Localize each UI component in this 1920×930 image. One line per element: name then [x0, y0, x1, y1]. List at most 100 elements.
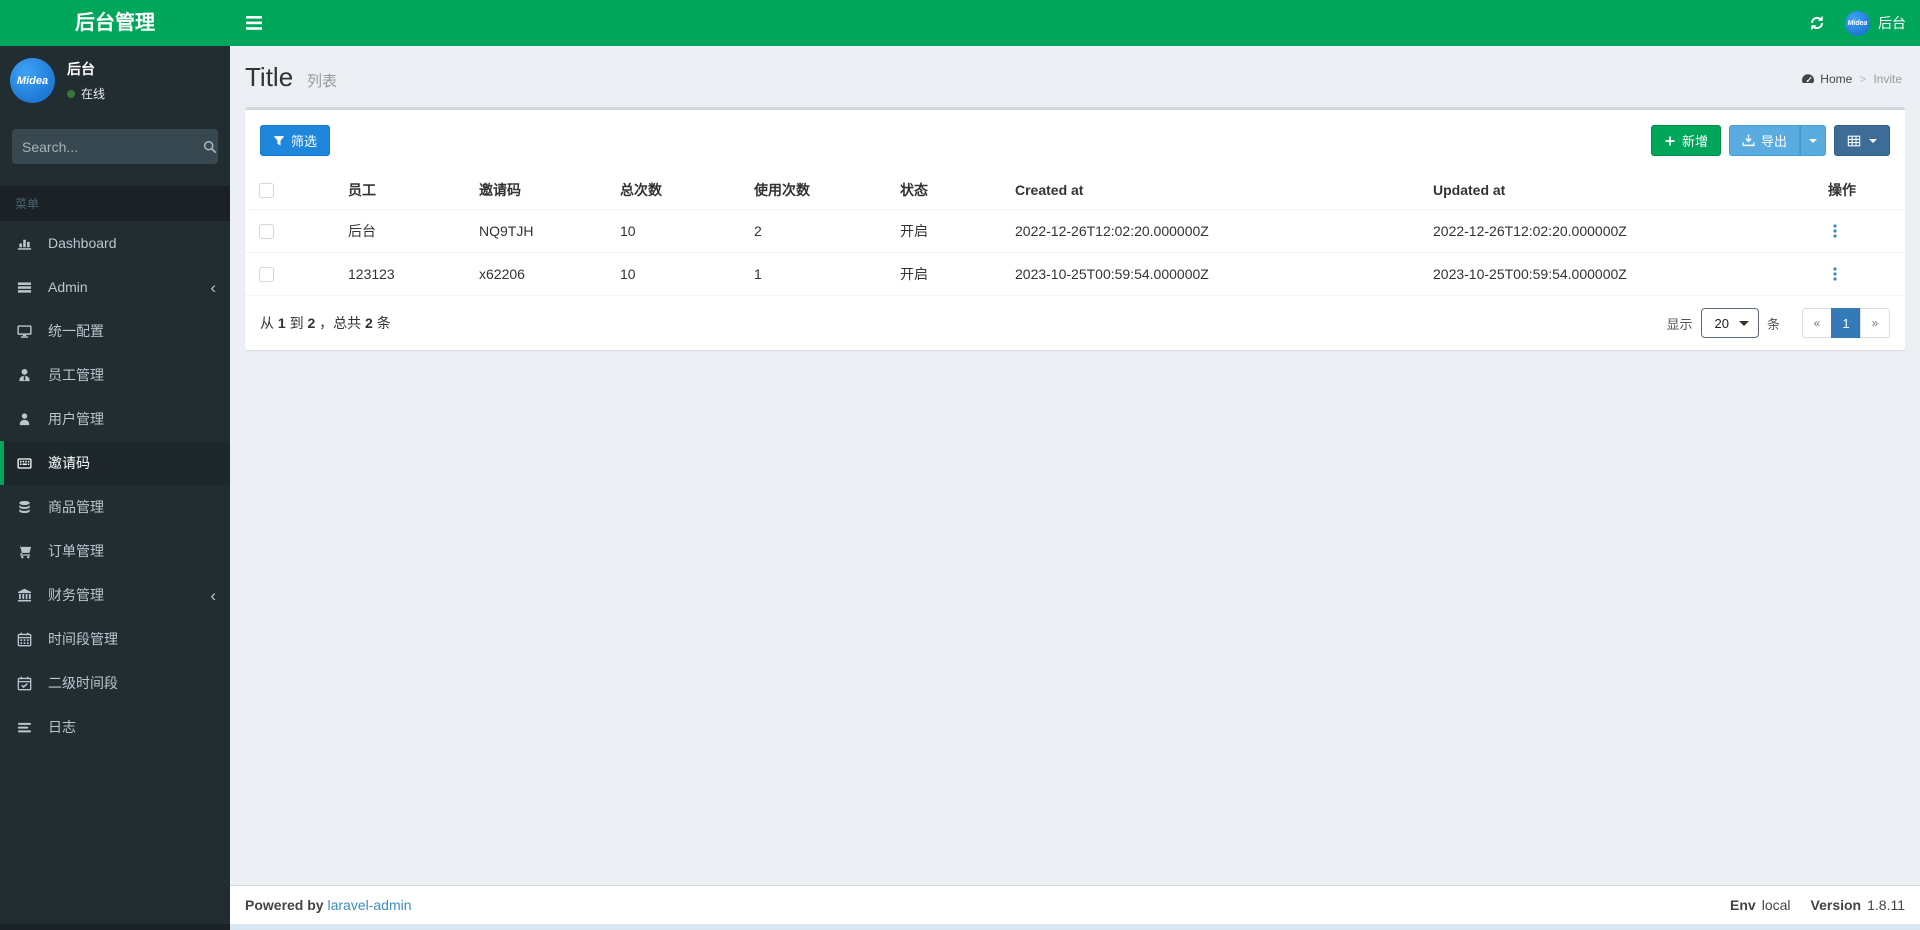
pagination: « 1 »	[1802, 308, 1890, 338]
sidebar-item-logs[interactable]: 日志	[0, 705, 230, 749]
user-icon	[17, 412, 39, 427]
cell-used: 2	[746, 209, 892, 253]
page-subtitle: 列表	[307, 73, 338, 90]
laravel-admin-link[interactable]: laravel-admin	[327, 897, 411, 913]
sidebar-item-admin[interactable]: Admin ‹	[0, 265, 230, 309]
calendar-icon	[17, 632, 39, 647]
select-all-checkbox[interactable]	[259, 182, 274, 198]
sidebar-bottom-strip	[0, 924, 230, 930]
hamburger-icon	[246, 16, 262, 30]
user-menu[interactable]: Midea 后台	[1845, 10, 1906, 36]
page-title: Title	[245, 62, 294, 92]
search-input[interactable]	[22, 138, 203, 155]
window-bottom-strip	[230, 924, 1920, 930]
caret-down-icon	[1809, 138, 1817, 143]
row-actions-menu[interactable]	[1828, 223, 1897, 239]
sidebar-toggle-button[interactable]	[230, 0, 278, 46]
column-selector-button[interactable]	[1834, 125, 1890, 156]
search-icon[interactable]	[203, 140, 217, 154]
sidebar-item-timeslot-management[interactable]: 时间段管理	[0, 617, 230, 661]
chevron-left-icon: ‹	[210, 585, 216, 605]
funnel-icon	[273, 135, 285, 147]
refresh-icon[interactable]	[1809, 15, 1825, 31]
cell-status: 开启	[892, 209, 1007, 253]
top-navbar: 后台管理 Midea 后台	[0, 0, 1920, 46]
column-header-updated-at: Updated at	[1425, 171, 1820, 210]
powered-by-label: Powered by	[245, 897, 324, 913]
export-dropdown-toggle[interactable]	[1800, 125, 1826, 156]
column-header-used: 使用次数	[746, 171, 892, 210]
add-button[interactable]: 新增	[1650, 125, 1721, 156]
table-row: 后台 NQ9TJH 10 2 开启 2022-12-26T12:02:20.00…	[245, 209, 1905, 253]
cell-updated-at: 2023-10-25T00:59:54.000000Z	[1425, 252, 1820, 295]
database-icon	[17, 500, 39, 515]
sidebar: Midea 后台 在线 菜单 Dashboard Admin ‹	[0, 46, 230, 930]
sidebar-item-dashboard[interactable]: Dashboard	[0, 221, 230, 265]
plus-icon	[1664, 135, 1676, 147]
export-button[interactable]: 导出	[1728, 125, 1800, 156]
pagination-prev-button[interactable]: «	[1802, 308, 1832, 338]
records-summary: 从 1 到 2 ，总共 2 条	[260, 315, 391, 331]
column-header-created-at: Created at	[1007, 171, 1425, 210]
sidebar-item-invite-code[interactable]: 邀请码	[0, 441, 230, 485]
version-label: Version	[1810, 897, 1862, 913]
table-header-row: 员工 邀请码 总次数 使用次数 状态 Created at Updated at…	[245, 171, 1905, 210]
breadcrumb-current: Invite	[1873, 72, 1902, 86]
online-status-icon	[67, 89, 75, 98]
breadcrumb: Home > Invite	[1801, 72, 1902, 86]
log-lines-icon	[17, 720, 39, 735]
cell-total: 10	[612, 252, 746, 295]
breadcrumb-home-link[interactable]: Home	[1801, 72, 1852, 86]
column-header-staff: 员工	[340, 171, 471, 210]
cell-updated-at: 2022-12-26T12:02:20.000000Z	[1425, 209, 1820, 253]
caret-down-icon	[1738, 320, 1749, 326]
cell-created-at: 2022-12-26T12:02:20.000000Z	[1007, 209, 1425, 253]
env-label: Env	[1730, 897, 1756, 913]
bar-chart-icon	[17, 236, 39, 251]
data-table: 员工 邀请码 总次数 使用次数 状态 Created at Updated at…	[245, 171, 1905, 295]
desktop-icon	[17, 324, 39, 339]
content-area: Title 列表 Home > Invite 筛选 新增 导出 员工 邀请码 总…	[230, 46, 1920, 930]
table-grid-icon	[1847, 134, 1861, 148]
row-checkbox[interactable]	[259, 223, 274, 239]
per-page-label: 显示	[1666, 316, 1693, 332]
sidebar-menu: Dashboard Admin ‹ 统一配置 员工管理 用户管理 邀请码 商品管…	[0, 221, 230, 749]
grid-box: 筛选 新增 导出 员工 邀请码 总次数 使用次数 状态 Created at U…	[245, 107, 1905, 350]
cell-total: 10	[612, 209, 746, 253]
sidebar-user-panel: Midea 后台 在线	[0, 46, 230, 117]
cell-status: 开启	[892, 252, 1007, 295]
sidebar-item-unified-config[interactable]: 统一配置	[0, 309, 230, 353]
caret-down-icon	[1869, 138, 1877, 143]
cell-invite-code: x62206	[471, 252, 612, 295]
sidebar-item-product-management[interactable]: 商品管理	[0, 485, 230, 529]
sidebar-user-status: 在线	[67, 85, 105, 102]
download-icon	[1742, 134, 1755, 147]
sidebar-item-order-management[interactable]: 订单管理	[0, 529, 230, 573]
pagination-page-1[interactable]: 1	[1831, 308, 1861, 338]
row-checkbox[interactable]	[259, 266, 274, 282]
sidebar-user-avatar: Midea	[10, 58, 55, 103]
column-header-status: 状态	[892, 171, 1007, 210]
column-header-actions: 操作	[1820, 171, 1905, 210]
sidebar-search	[12, 129, 218, 164]
per-page-select[interactable]: 20	[1700, 308, 1759, 338]
sidebar-item-finance-management[interactable]: 财务管理 ‹	[0, 573, 230, 617]
menu-header: 菜单	[0, 186, 230, 221]
version-value: 1.8.11	[1867, 897, 1905, 913]
table-row: 123123 x62206 10 1 开启 2023-10-25T00:59:5…	[245, 252, 1905, 295]
shopping-cart-icon	[17, 544, 39, 559]
main-footer: Powered by laravel-admin Env local Versi…	[230, 885, 1920, 924]
row-actions-menu[interactable]	[1828, 266, 1897, 282]
brand-logo[interactable]: 后台管理	[0, 0, 230, 46]
bank-icon	[17, 588, 39, 603]
dashboard-gauge-icon	[1801, 73, 1815, 85]
user-tie-icon	[17, 368, 39, 383]
filter-button[interactable]: 筛选	[260, 125, 331, 156]
cell-created-at: 2023-10-25T00:59:54.000000Z	[1007, 252, 1425, 295]
breadcrumb-separator: >	[1859, 72, 1867, 86]
pagination-next-button[interactable]: »	[1860, 308, 1890, 338]
sidebar-item-user-management[interactable]: 用户管理	[0, 397, 230, 441]
cell-invite-code: NQ9TJH	[471, 209, 612, 253]
sidebar-item-staff-management[interactable]: 员工管理	[0, 353, 230, 397]
sidebar-item-secondary-timeslot[interactable]: 二级时间段	[0, 661, 230, 705]
